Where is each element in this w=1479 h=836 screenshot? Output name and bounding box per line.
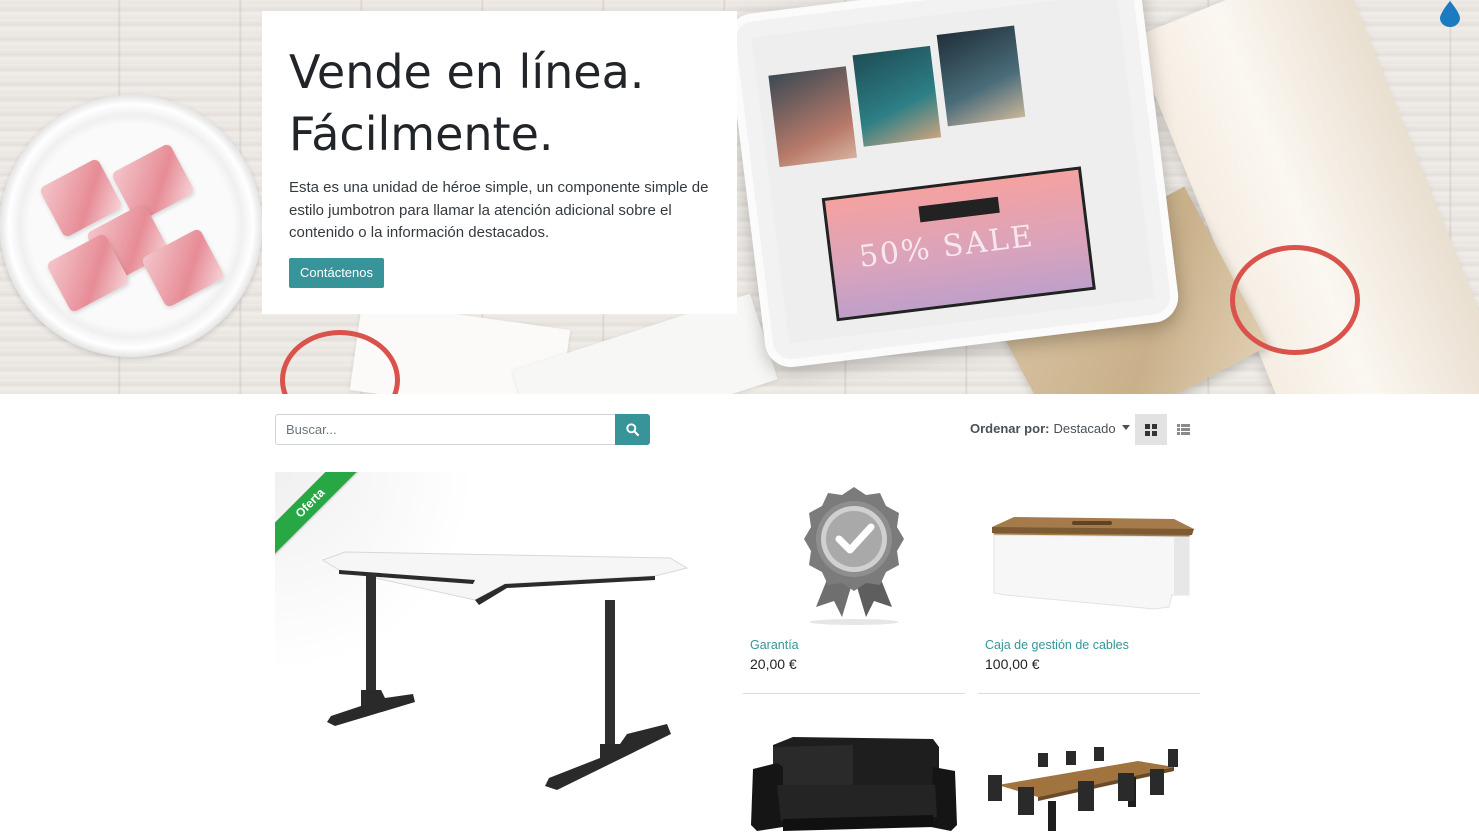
droplet-icon[interactable] [1440, 1, 1460, 27]
warranty-badge-image [804, 487, 904, 625]
sort-label: Ordenar por: [970, 421, 1050, 436]
grid-view-icon [1145, 423, 1157, 436]
list-view-icon [1176, 424, 1190, 435]
caret-down-icon [1121, 424, 1130, 430]
conference-table-image [988, 747, 1178, 831]
hero-title: Vende en línea. Fácilmente. [289, 41, 710, 165]
product-card[interactable] [743, 727, 965, 836]
sofa-product-image [751, 737, 957, 831]
search-form [275, 414, 650, 445]
search-icon [626, 423, 639, 436]
product-name[interactable]: Garantía [750, 638, 965, 652]
product-divider [743, 693, 965, 694]
desk-product-image [321, 551, 689, 790]
cable-box-image [992, 517, 1194, 610]
hero-ribbon-image [1230, 245, 1360, 355]
search-button[interactable] [615, 414, 650, 445]
hero-text: Esta es una unidad de héroe simple, un c… [289, 179, 709, 241]
hero-tablet-image: 50% SALE [724, 0, 1182, 371]
product-price: 20,00 € [750, 656, 797, 672]
sort-value: Destacado [1053, 421, 1116, 436]
product-price: 100,00 € [985, 656, 1040, 672]
search-input[interactable] [275, 414, 615, 445]
product-card[interactable] [978, 727, 1200, 836]
list-view-button[interactable] [1167, 414, 1199, 445]
product-divider [978, 693, 1200, 694]
product-name[interactable]: Caja de gestión de cables [985, 638, 1200, 652]
sort-dropdown[interactable]: Ordenar por: Destacado [970, 421, 1130, 436]
hero-title-line-2: Fácilmente. [289, 107, 554, 161]
product-card-featured[interactable]: Oferta [275, 472, 725, 836]
hero-card: Vende en línea. Fácilmente. Esta es una … [262, 11, 737, 314]
product-card[interactable]: Garantía 20,00 € [743, 472, 965, 694]
hero-section: 50% SALE Vende en línea. Fácilmente. Est… [0, 0, 1479, 394]
grid-view-button[interactable] [1135, 414, 1167, 445]
hero-title-line-1: Vende en línea. [289, 45, 645, 99]
contact-button[interactable]: Contáctenos [289, 257, 384, 288]
product-card[interactable]: Caja de gestión de cables 100,00 € [978, 472, 1200, 694]
